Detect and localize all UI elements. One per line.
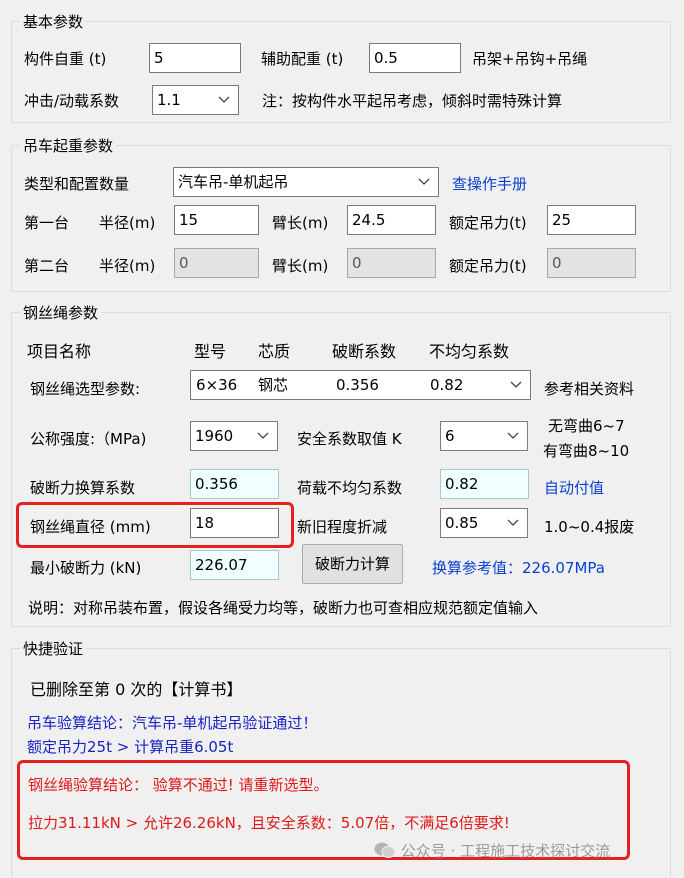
header-model: 型号: [194, 342, 227, 361]
auto-assign-link[interactable]: 自动付值: [544, 477, 604, 498]
second-boom-input: 0: [347, 248, 436, 278]
impact-label: 冲击/动载系数: [24, 92, 120, 110]
rope-select-label: 钢丝绳选型参数:: [30, 380, 141, 398]
crane-result-line-2: 额定吊力25t > 计算吊重6.05t: [27, 738, 234, 756]
second-crane-label: 第二台: [24, 257, 70, 275]
diameter-label: 钢丝绳直径 (mm): [30, 518, 151, 536]
wechat-icon: [374, 842, 396, 858]
min-break-input[interactable]: 226.07: [190, 550, 279, 580]
wear-note: 1.0~0.4报废: [544, 518, 635, 536]
rope-params-title: 钢丝绳参数: [20, 302, 102, 323]
safety-note-1: 无弯曲6~7: [548, 417, 625, 435]
header-item: 项目名称: [27, 342, 92, 361]
impact-select[interactable]: 1.1: [152, 85, 239, 115]
min-break-label: 最小破断力 (kN): [30, 559, 142, 577]
second-radius-label: 半径(m): [99, 257, 156, 275]
rope-type-select[interactable]: 6×36 钢芯 0.356 0.82: [190, 370, 531, 400]
safety-select[interactable]: 6: [440, 421, 528, 451]
second-rated-label: 额定吊力(t): [449, 257, 527, 275]
wear-value: 0.85: [445, 514, 479, 532]
chevron-down-icon: [507, 519, 519, 526]
watermark-text: 公众号 · 工程施工技术探讨交流: [400, 842, 611, 860]
rope-core-value: 钢芯: [258, 376, 289, 394]
header-core: 芯质: [258, 342, 291, 361]
watermark: 公众号 · 工程施工技术探讨交流: [374, 840, 610, 861]
first-rated-label: 额定吊力(t): [449, 214, 527, 232]
load-uneven-input[interactable]: 0.82: [440, 469, 529, 499]
verify-title: 快捷验证: [20, 638, 87, 659]
break-conv-label: 破断力换算系数: [30, 479, 136, 497]
rope-model-value: 6×36: [196, 376, 238, 394]
deleted-message: 已删除至第 0 次的【计算书】: [30, 680, 243, 699]
diameter-input[interactable]: 18: [190, 508, 279, 538]
basic-note: 注：按构件水平起吊考虑，倾斜时需特殊计算: [262, 92, 563, 110]
rope-break-coef-value: 0.356: [336, 376, 379, 394]
strength-select[interactable]: 1960: [190, 421, 278, 451]
rope-result-line-2: 拉力31.11kN > 允许26.26kN，且安全系数：5.07倍，不满足6倍要…: [28, 814, 510, 832]
impact-select-value: 1.1: [157, 91, 181, 109]
chevron-down-icon: [218, 96, 230, 103]
crane-type-label: 类型和配置数量: [24, 175, 130, 193]
crane-type-value: 汽车吊-单机起吊: [178, 173, 289, 191]
aux-weight-label: 辅助配重 (t): [261, 50, 344, 68]
first-radius-label: 半径(m): [99, 214, 156, 232]
safety-value: 6: [445, 427, 455, 445]
basic-params-title: 基本参数: [20, 11, 87, 32]
rope-uneven-coef-value: 0.82: [430, 376, 464, 394]
safety-label: 安全系数取值 K: [297, 430, 402, 448]
crane-params-title: 吊车起重参数: [20, 135, 117, 156]
first-boom-label: 臂长(m): [272, 214, 329, 232]
weight-input[interactable]: 5: [149, 43, 241, 73]
header-uneven-coef: 不均匀系数: [429, 342, 510, 361]
chevron-down-icon: [257, 432, 269, 439]
aux-weight-note: 吊架+吊钩+吊绳: [472, 50, 588, 68]
weight-label: 构件自重 (t): [24, 50, 107, 68]
chevron-down-icon: [418, 178, 430, 185]
ref-note: 参考相关资料: [544, 380, 635, 398]
first-rated-input[interactable]: 25: [547, 205, 636, 235]
wear-label: 新旧程度折减: [297, 518, 388, 536]
rope-desc: 说明：对称吊装布置，假设各绳受力均等，破断力也可查相应规范额定值输入: [28, 599, 539, 617]
crane-type-select[interactable]: 汽车吊-单机起吊: [173, 167, 439, 197]
strength-label: 公称强度:（MPa): [30, 430, 147, 448]
first-boom-input[interactable]: 24.5: [347, 205, 436, 235]
strength-value: 1960: [195, 427, 234, 445]
aux-weight-input[interactable]: 0.5: [369, 43, 461, 73]
safety-note-2: 有弯曲8~10: [543, 442, 630, 460]
chevron-down-icon: [510, 381, 522, 388]
wear-select[interactable]: 0.85: [440, 508, 528, 538]
first-radius-input[interactable]: 15: [174, 205, 259, 235]
chevron-down-icon: [507, 432, 519, 439]
break-conv-input[interactable]: 0.356: [190, 469, 279, 499]
second-boom-label: 臂长(m): [272, 257, 329, 275]
manual-link[interactable]: 查操作手册: [452, 173, 527, 194]
calc-break-button[interactable]: 破断力计算: [302, 544, 403, 584]
rope-result-line-1: 钢丝绳验算结论： 验算不通过! 请重新选型。: [28, 776, 329, 794]
second-rated-input: 0: [547, 248, 636, 278]
second-radius-input: 0: [174, 248, 259, 278]
first-crane-label: 第一台: [24, 214, 70, 232]
crane-result-line-1: 吊车验算结论：汽车吊-单机起吊验证通过！: [27, 714, 318, 732]
load-uneven-label: 荷载不均匀系数: [297, 479, 403, 497]
ref-value: 换算参考值：226.07MPa: [432, 559, 605, 577]
header-break-coef: 破断系数: [332, 342, 397, 361]
